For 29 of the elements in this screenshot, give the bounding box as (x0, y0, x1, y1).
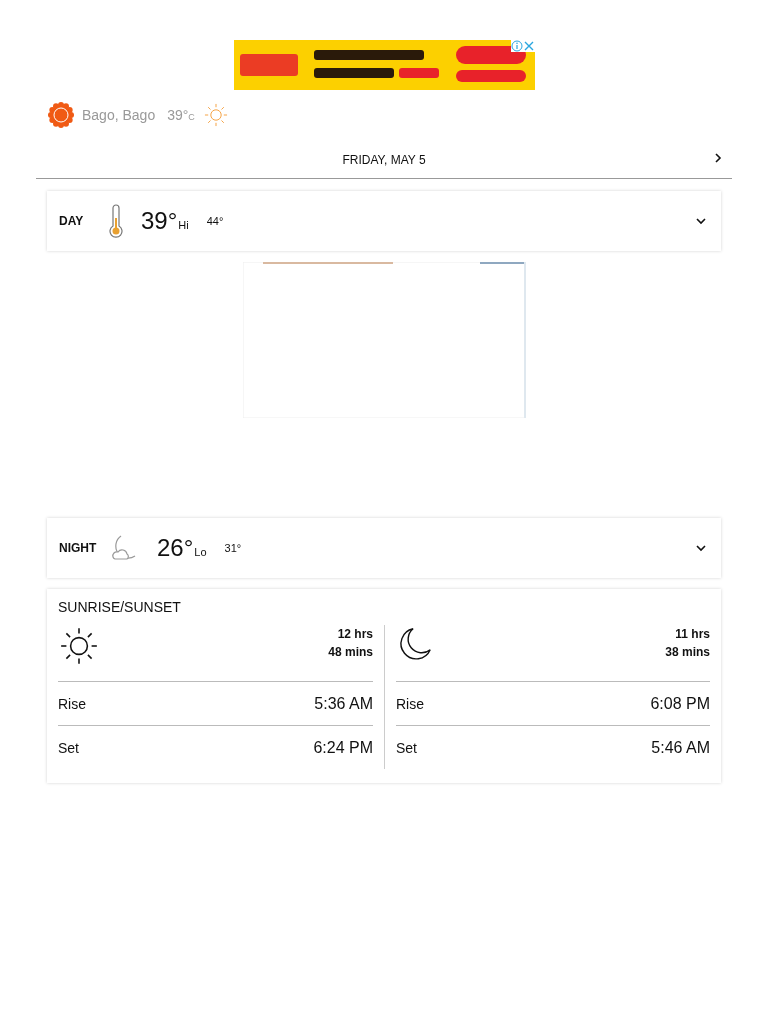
period-temperature: 26° (157, 534, 194, 562)
location-name[interactable]: Bago, Bago (82, 107, 156, 123)
daylight-duration: 11 hrs 38 mins (665, 626, 710, 661)
event-label: Rise (396, 695, 424, 712)
event-label: Rise (58, 695, 86, 712)
chevron-icon (712, 152, 724, 164)
current-temperature: 39°C (167, 107, 195, 123)
event-label: Set (396, 739, 417, 756)
period-label: DAY (59, 214, 85, 228)
event-label: Set (58, 739, 79, 756)
feels-like-temperature: 44° (206, 215, 224, 227)
temperature-qualifier: Hi (178, 219, 189, 231)
sun-icon (48, 102, 74, 128)
event-time: 5:46 AM (651, 738, 710, 757)
period-temperature: 39° (141, 207, 178, 235)
event-time: 5:36 AM (314, 694, 373, 713)
sun-icon (58, 625, 100, 667)
date-title: FRIDAY, MAY 5 (342, 153, 426, 167)
close-icon[interactable] (522, 40, 535, 52)
info-icon[interactable] (510, 40, 523, 52)
card-title: SUNRISE/SUNSET (58, 599, 182, 615)
daylight-duration: 12 hrs 48 mins (328, 626, 373, 661)
sun-icon (202, 102, 229, 128)
feels-like-temperature: 31° (224, 542, 242, 554)
temperature-qualifier: Lo (194, 546, 207, 558)
event-time: 6:24 PM (313, 738, 373, 757)
period-label: NIGHT (59, 541, 98, 555)
event-time: 6:08 PM (650, 694, 710, 713)
thermometer-icon (109, 204, 123, 238)
